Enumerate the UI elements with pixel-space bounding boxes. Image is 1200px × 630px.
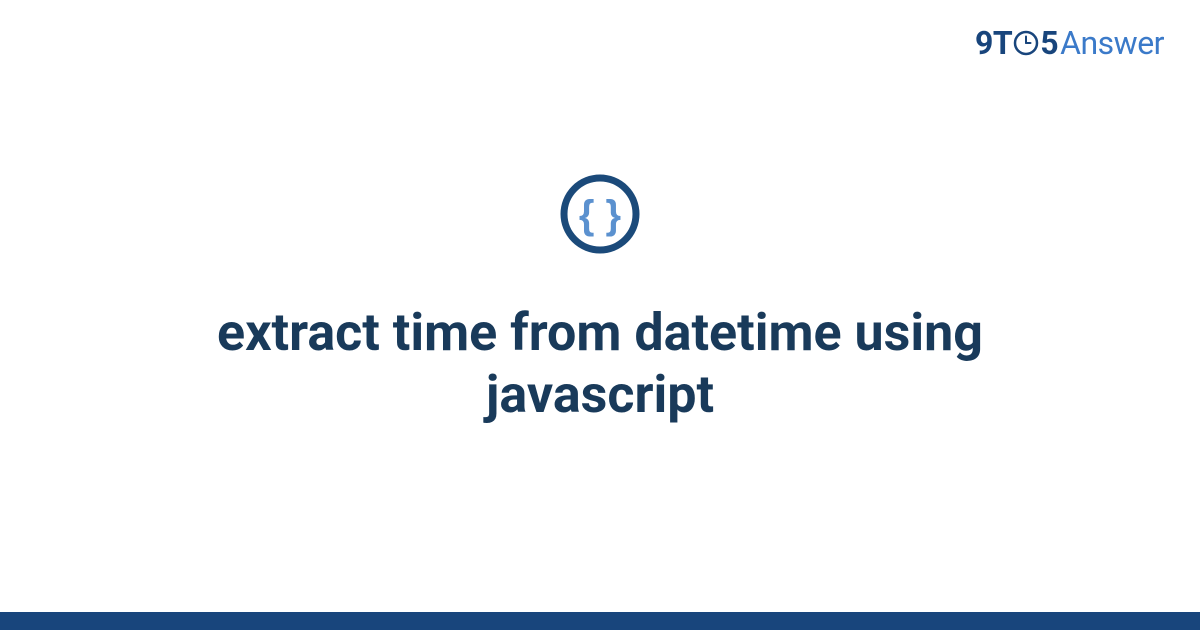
page-title: extract time from datetime using javascr…	[100, 302, 1100, 427]
svg-text:{ }: { }	[579, 193, 621, 237]
braces-icon: { }	[560, 174, 640, 258]
footer-bar	[0, 612, 1200, 630]
main-content: { } extract time from datetime using jav…	[0, 0, 1200, 630]
